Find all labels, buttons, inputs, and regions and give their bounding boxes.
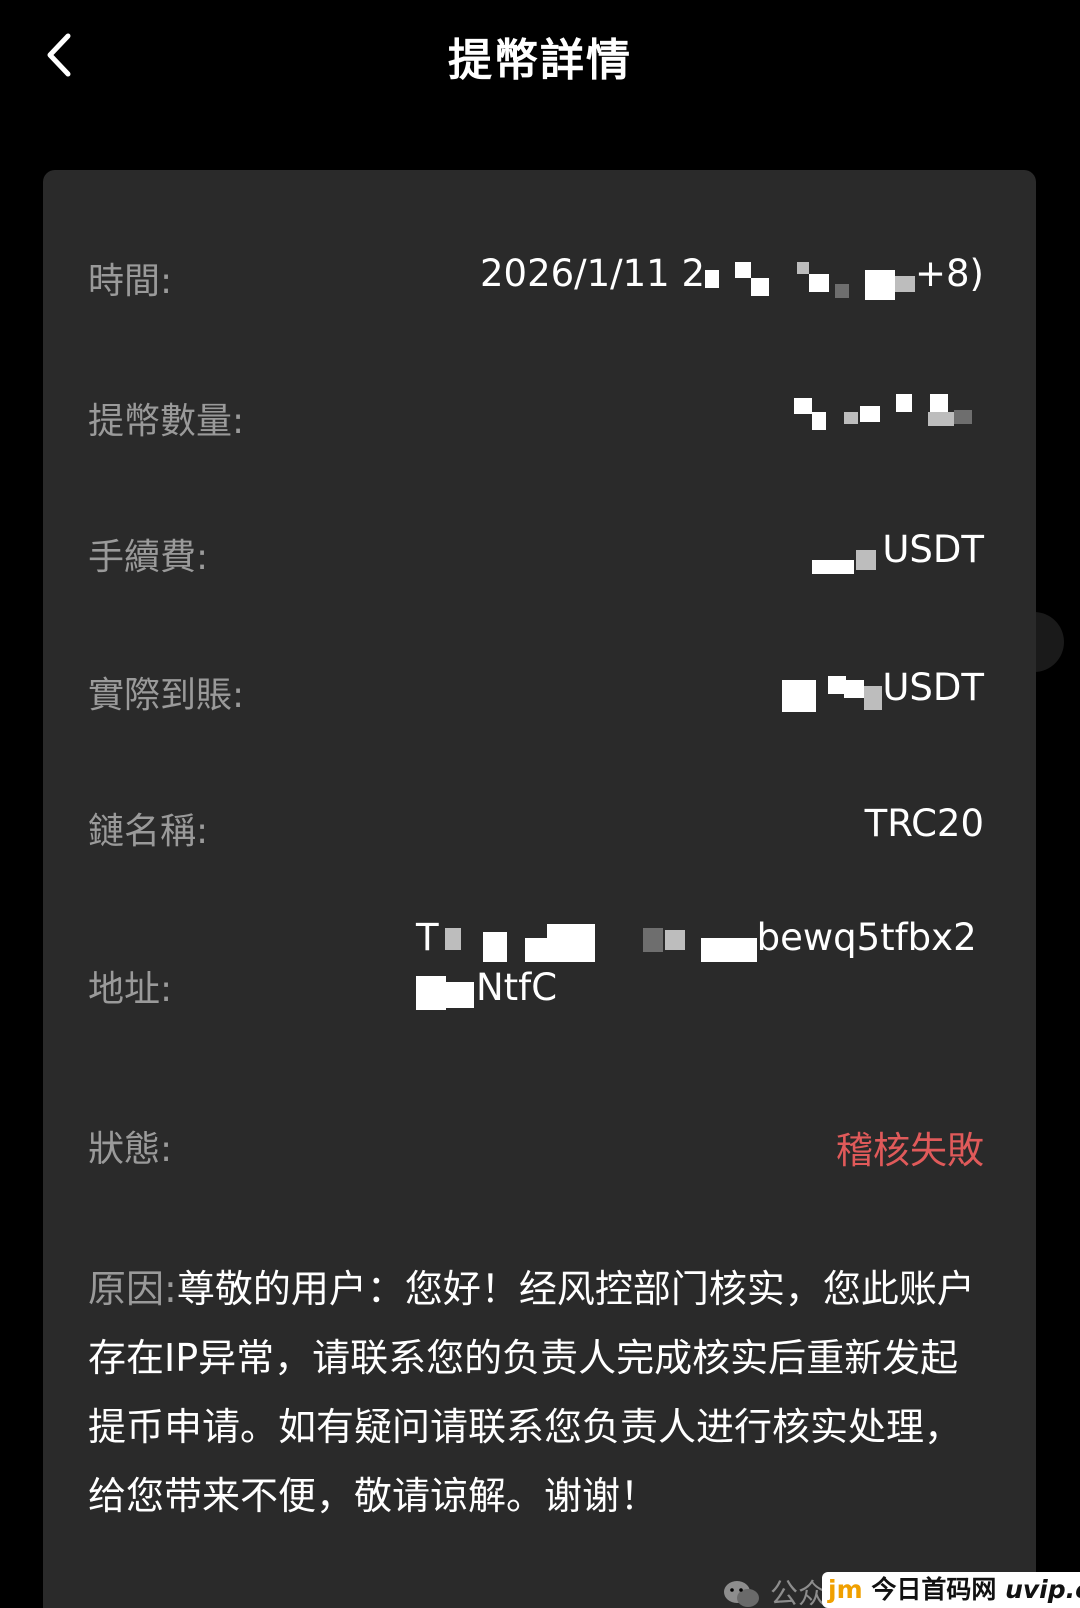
received-value: USDT xyxy=(782,666,984,718)
censor-mosaic xyxy=(794,392,984,436)
censor-mosaic xyxy=(439,918,757,962)
amount-value xyxy=(794,392,984,436)
censor-mosaic xyxy=(705,260,916,304)
detail-card: 時間: 2026/1/11 2 +8) 提幣數量: 手續費: USDT 實際到賬… xyxy=(43,170,1036,1608)
censor-mosaic xyxy=(782,674,883,718)
address-line-2: NtfC xyxy=(416,966,976,1016)
time-value: 2026/1/11 2 +8) xyxy=(480,252,984,304)
withdrawal-detail-screen: 提幣詳情 時間: 2026/1/11 2 +8) 提幣數量: 手續費: USDT… xyxy=(0,0,1080,1608)
fee-value-suffix: USDT xyxy=(882,528,984,571)
reason-paragraph: 原因:尊敬的用户：您好！经风控部门核实，您此账户存在IP异常，请联系您的负责人完… xyxy=(88,1255,988,1531)
amount-label: 提幣數量: xyxy=(88,401,245,442)
status-value: 稽核失敗 xyxy=(836,1129,984,1172)
brand-cn: 今日首码网 xyxy=(871,1575,997,1604)
top-bar: 提幣詳情 xyxy=(0,0,1080,112)
address-line2-suffix: NtfC xyxy=(476,966,558,1009)
status-label: 狀態: xyxy=(88,1129,173,1170)
fee-value: USDT xyxy=(812,528,984,580)
brand-logo-jm: jm xyxy=(828,1575,863,1604)
reason-label: 原因: xyxy=(88,1267,177,1311)
chain-value: TRC20 xyxy=(864,802,984,845)
brand-domain: uvip.cc xyxy=(1005,1575,1080,1604)
time-value-prefix: 2026/1/11 2 xyxy=(479,252,706,295)
received-value-suffix: USDT xyxy=(882,666,984,709)
received-label: 實際到賬: xyxy=(88,675,245,716)
time-label: 時間: xyxy=(88,261,173,302)
page-title: 提幣詳情 xyxy=(448,35,632,86)
address-value: T bewq5tfbx2 NtfC xyxy=(416,916,977,1016)
censor-mosaic xyxy=(812,536,882,580)
reason-text: 尊敬的用户：您好！经风控部门核实，您此账户存在IP异常，请联系您的负责人完成核实… xyxy=(88,1267,975,1518)
time-value-suffix: +8) xyxy=(915,252,984,295)
address-line1-prefix: T xyxy=(416,916,439,959)
brand-watermark: jm 今日首码网 uvip.cc xyxy=(822,1572,1080,1608)
address-line1-suffix: bewq5tfbx2 xyxy=(756,916,977,959)
chain-label: 鏈名稱: xyxy=(88,811,209,852)
censor-mosaic xyxy=(416,968,476,1012)
address-line-1: T bewq5tfbx2 xyxy=(416,916,977,966)
address-label: 地址: xyxy=(88,969,173,1010)
fee-label: 手續費: xyxy=(88,537,209,578)
wechat-icon xyxy=(724,1581,759,1607)
